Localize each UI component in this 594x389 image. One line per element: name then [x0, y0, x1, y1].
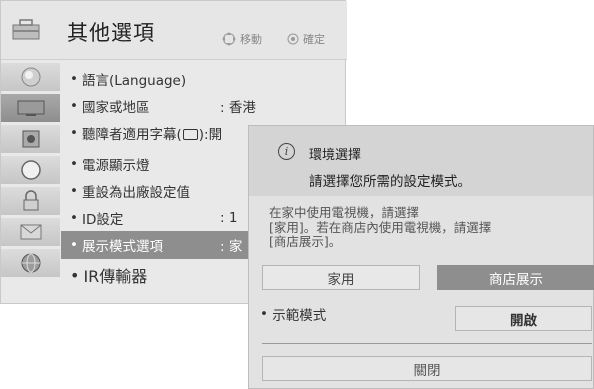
dialog-description: 在家中使用電視機，請選擇 [家用]。若在商店內使用電視機，請選擇 [商店展示]。 — [269, 205, 589, 250]
category-strip — [1, 60, 60, 305]
category-time[interactable] — [1, 156, 60, 184]
divider — [262, 343, 592, 344]
toolbox-icon — [12, 19, 40, 40]
category-options[interactable] — [1, 249, 60, 277]
demo-mode-label: • 示範模式 — [260, 306, 327, 324]
tv-screen-icon — [17, 100, 44, 116]
list-item-country[interactable]: • 國家或地區 : 香港 — [61, 92, 347, 120]
item-label: 聽障者適用字幕():開 — [81, 127, 223, 143]
item-label: 展示模式選項 — [81, 239, 163, 255]
ok-button-icon — [287, 33, 299, 45]
lock-icon — [23, 190, 38, 211]
category-picture[interactable] — [1, 63, 60, 91]
dialog-subtitle: 請選擇您所需的設定模式。 — [309, 174, 471, 190]
description-line: 在家中使用電視機，請選擇 — [269, 205, 420, 220]
navigation-arrows-icon — [222, 32, 236, 46]
store-demo-button[interactable]: 商店展示 — [437, 265, 594, 290]
item-value: : 1 — [220, 210, 238, 226]
item-label: 電源顯示燈 — [81, 158, 150, 174]
item-label: ID設定 — [81, 212, 124, 228]
demo-mode-toggle[interactable]: 開啟 — [455, 306, 592, 331]
item-label: 國家或地區 — [81, 100, 150, 116]
category-screen[interactable] — [1, 94, 60, 122]
environment-dialog: i 環境選擇 請選擇您所需的設定模式。 在家中使用電視機，請選擇 [家用]。若在… — [248, 125, 594, 389]
move-hint: 移動 — [222, 31, 262, 47]
item-label: IR傳輸器 — [83, 267, 148, 286]
picture-icon — [21, 67, 40, 87]
ok-hint-label: 確定 — [303, 33, 325, 46]
dialog-header: i 環境選擇 請選擇您所需的設定模式。 — [249, 126, 593, 196]
description-line: [家用]。若在商店內使用電視機，請選擇 — [269, 219, 492, 235]
clock-icon — [20, 160, 41, 180]
ok-hint: 確定 — [287, 31, 325, 47]
close-button[interactable]: 關閉 — [262, 356, 592, 381]
closed-caption-icon — [182, 129, 198, 140]
item-value: : 香港 — [220, 100, 256, 116]
menu-header: 其他選項 移動 確定 — [1, 1, 347, 60]
info-icon: i — [278, 143, 295, 160]
envelope-icon — [20, 224, 41, 240]
list-item-language[interactable]: • 語言(Language) — [61, 65, 347, 93]
home-mode-button[interactable]: 家用 — [262, 265, 420, 290]
move-hint-label: 移動 — [240, 33, 262, 46]
item-value: : 家 — [220, 239, 243, 255]
category-message[interactable] — [1, 218, 60, 246]
item-label: 語言(Language) — [81, 73, 187, 89]
item-label: 重設為出廠設定值 — [81, 185, 190, 201]
speaker-icon — [22, 130, 39, 148]
category-lock[interactable] — [1, 187, 60, 215]
category-audio[interactable] — [1, 125, 60, 153]
menu-title: 其他選項 — [67, 21, 155, 45]
description-line: [商店展示]。 — [269, 234, 342, 249]
dialog-title: 環境選擇 — [309, 148, 362, 163]
globe-icon — [21, 253, 40, 273]
